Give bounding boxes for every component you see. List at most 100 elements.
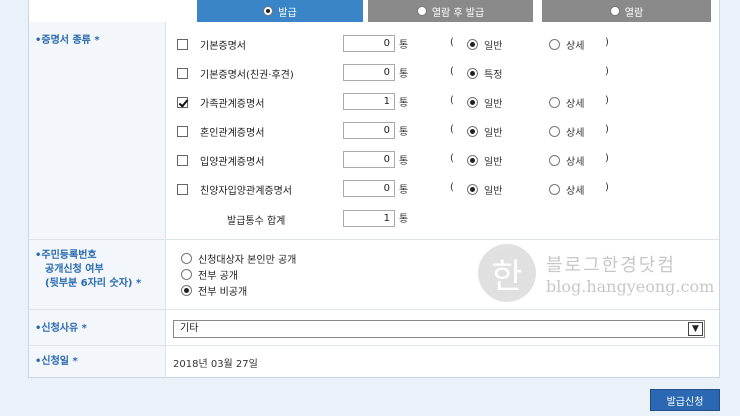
certificate-row: 가족관계증명서 1 통 ( 일반 상세) [177,92,717,112]
total-unit-label: 통 [399,214,409,225]
chevron-down-icon[interactable]: ▼ [688,322,703,336]
option-basic-radio[interactable]: 일반 [467,95,502,110]
certificate-row: 친양자입양관계증명서 0 통 (일반 상세) [177,179,717,199]
id-option-label: 신청대상자 본인만 공개 [198,254,297,266]
paren-open: ( [450,37,454,48]
paren-open: ( [450,182,454,193]
id-option-label: 전부 공개 [198,270,238,282]
certificate-name: 혼인관계증명서 [200,127,265,139]
quantity-field[interactable]: 0 [343,180,395,197]
option-detail-radio[interactable]: 상세 [549,182,584,197]
quantity-field[interactable]: 0 [343,122,395,139]
certificate-row: 기본증명서(친권·후견) 0 통 (특정) [177,63,717,83]
certificate-checkbox[interactable] [177,183,188,195]
certificate-name: 가족관계증명서 [200,98,265,110]
watermark-logo-text: 한 [491,256,523,297]
watermark-korean: 블로그한경닷컴 [546,254,676,276]
date-label: •신청일 * [35,356,78,367]
paren-close: ) [605,66,609,77]
quantity-field[interactable]: 1 [343,93,395,110]
radio-icon [263,6,274,16]
option-label: 상세 [566,99,585,110]
tab-label: 발급 [278,7,297,19]
certificate-name: 입양관계증명서 [200,156,265,168]
radio-icon [467,39,478,50]
option-label: 상세 [566,128,585,139]
option-label: 일반 [484,128,503,139]
quantity-unit: 통 [399,69,409,80]
id-disclosure-options: 신청대상자 본인만 공개 전부 공개 전부 비공개 [181,250,296,298]
certificate-name: 기본증명서(친권·후견) [200,69,294,81]
id-option-self-only[interactable]: 신청대상자 본인만 공개 [181,250,296,266]
radio-icon [181,252,192,264]
paren-close: ) [605,124,609,135]
quantity-unit: 통 [399,185,409,196]
certificate-row: 기본증명서 0 통 (일반 상세) [177,34,717,54]
submit-button[interactable]: 발급신청 [650,389,720,411]
option-basic-radio[interactable]: 일반 [467,153,502,168]
quantity-field[interactable]: 0 [343,35,395,52]
total-label: 발급통수 합계 [227,216,286,227]
id-disclosure-label-line1: •주민등록번호 [35,250,97,261]
radio-icon [467,97,478,108]
certificate-checkbox[interactable] [177,38,188,50]
section-label-cell: •신청일 * [29,346,166,377]
certificate-checkbox[interactable] [177,154,188,166]
option-label: 일반 [484,186,503,197]
option-label: 특정 [484,70,503,81]
option-basic-radio[interactable]: 특정 [467,66,502,81]
radio-icon [467,184,478,195]
quantity-field[interactable]: 0 [343,151,395,168]
paren-open: ( [450,95,454,106]
option-basic-radio[interactable]: 일반 [467,182,502,197]
total-quantity-field: 1 [343,210,395,227]
paren-close: ) [605,153,609,164]
option-detail-radio[interactable]: 상세 [549,124,584,139]
tab-label: 열람 후 발급 [431,7,485,19]
paren-open: ( [450,153,454,164]
radio-icon [467,68,478,79]
certificate-row: 혼인관계증명서 0 통 (일반 상세) [177,121,717,141]
radio-icon [549,97,560,108]
tab-issue[interactable]: 발급 [197,0,363,22]
option-detail-radio[interactable]: 상세 [549,37,584,52]
radio-icon [467,126,478,137]
section-label-cell: •주민등록번호 공개신청 여부 (뒷부분 6자리 숫자) * [29,240,166,309]
blog-watermark: 한 블로그한경닷컴 blog.hangyeong.com [478,244,714,302]
tab-view-then-issue[interactable]: 열람 후 발급 [368,0,533,22]
option-basic-radio[interactable]: 일반 [467,124,502,139]
radio-icon [549,155,560,166]
reason-label: •신청사유 * [35,323,87,334]
id-option-none[interactable]: 전부 비공개 [181,282,296,298]
radio-icon [416,6,427,16]
paren-close: ) [605,37,609,48]
id-option-all[interactable]: 전부 공개 [181,266,296,282]
section-label-cell: •증명서 종류 * [29,22,166,239]
option-detail-radio[interactable]: 상세 [549,95,584,110]
id-disclosure-label-line2: 공개신청 여부 [45,264,104,275]
option-detail-radio[interactable]: 상세 [549,153,584,168]
certificate-checkbox[interactable] [177,96,188,108]
certificate-type-section: •증명서 종류 * 기본증명서 0 통(일반 상세) 기본증명서(친권·후견) 0 통(특정… [29,22,719,240]
option-label: 상세 [566,157,585,168]
certificate-name: 친양자입양관계증명서 [200,185,292,197]
quantity-unit: 통 [399,127,409,138]
option-basic-radio[interactable]: 일반 [467,37,502,52]
application-form: 발급 열람 후 발급 열람 •증명서 종류 * 기본증명서 0 통(일반 상세) 기본증… [28,0,720,378]
reason-selected-value: 기타 [180,323,199,334]
certificate-checkbox[interactable] [177,67,188,79]
tab-view[interactable]: 열람 [542,0,711,22]
reason-select[interactable]: 기타 ▼ [173,320,705,338]
tab-label: 열람 [624,7,644,19]
paren-close: ) [605,95,609,106]
quantity-unit: 통 [399,156,409,167]
option-label: 상세 [566,186,585,197]
id-disclosure-label-line3: (뒷부분 6자리 숫자) * [45,278,142,289]
quantity-field[interactable]: 0 [343,64,395,81]
id-option-label: 전부 비공개 [198,286,248,298]
quantity-unit: 통 [399,40,409,51]
date-section: •신청일 * [29,346,719,377]
quantity-unit: 통 [399,98,409,109]
certificate-checkbox[interactable] [177,125,188,137]
certificate-type-label: •증명서 종류 * [35,35,100,46]
